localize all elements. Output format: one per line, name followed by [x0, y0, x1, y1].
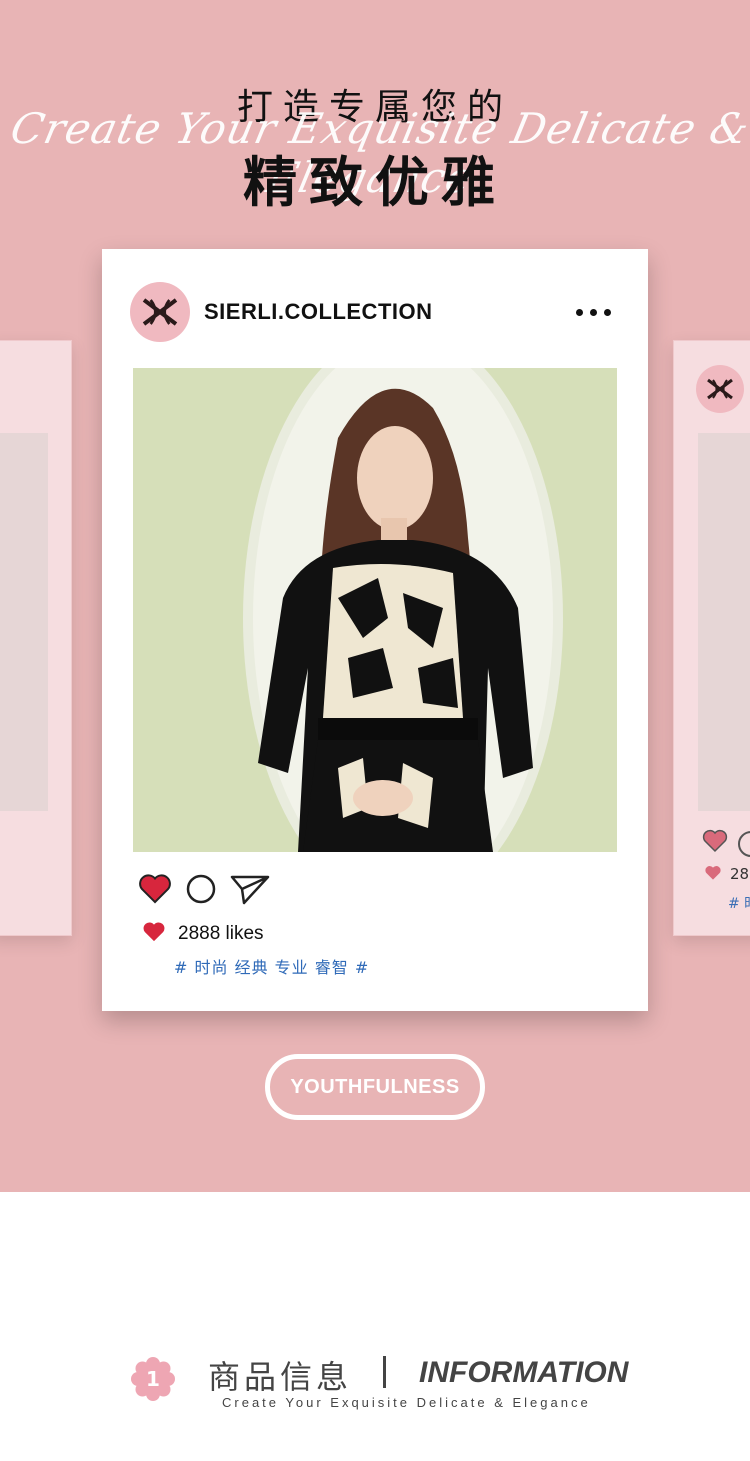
hashtags[interactable]: # 时尚 经典 专业 睿智 #	[174, 954, 369, 978]
heart-outline-icon[interactable]	[702, 829, 728, 857]
side-likes-text: 28	[730, 865, 750, 883]
post-actions	[138, 873, 270, 909]
brand-logo-icon	[696, 365, 744, 413]
headline-main: 精致优雅	[243, 151, 507, 214]
info-section-header: 1 商品信息 INFORMATION Create Your Exquisite…	[0, 1340, 750, 1430]
account-name[interactable]: SIERLI.COLLECTION	[204, 299, 433, 325]
comment-icon[interactable]	[738, 831, 750, 857]
section-title-cn: 商品信息	[208, 1358, 353, 1396]
side-card-right[interactable]: 28 # 时	[673, 340, 750, 936]
section-number: 1	[146, 1367, 160, 1391]
side-card-left-photo	[0, 433, 48, 811]
side-card-left[interactable]	[0, 340, 72, 936]
section-subtitle: Create Your Exquisite Delicate & Eleganc…	[222, 1395, 591, 1410]
hero-section: 打造专属您的 Create Your Exquisite Delicate & …	[0, 0, 750, 1192]
side-hashtags: # 时	[728, 896, 750, 912]
likes-row: 2888 likes	[142, 921, 264, 947]
paper-plane-icon[interactable]	[230, 873, 270, 909]
more-dots-icon[interactable]	[576, 305, 616, 319]
circle-comment-icon[interactable]	[186, 874, 216, 908]
side-card-right-photo	[698, 433, 750, 811]
brand-logo-icon[interactable]	[130, 282, 190, 342]
post-photo	[133, 368, 617, 852]
post-card: SIERLI.COLLECTION 2888 likes # 时尚 经典 专业 …	[102, 249, 648, 1011]
youthfulness-badge[interactable]: YOUTHFULNESS	[265, 1054, 485, 1120]
section-title-en: INFORMATION	[419, 1356, 629, 1389]
heart-icon	[704, 865, 722, 885]
heart-icon	[142, 921, 166, 947]
flower-badge-icon: 1	[130, 1356, 176, 1406]
heart-icon[interactable]	[138, 873, 172, 909]
divider	[383, 1356, 386, 1388]
likes-count: 2888 likes	[178, 923, 264, 944]
